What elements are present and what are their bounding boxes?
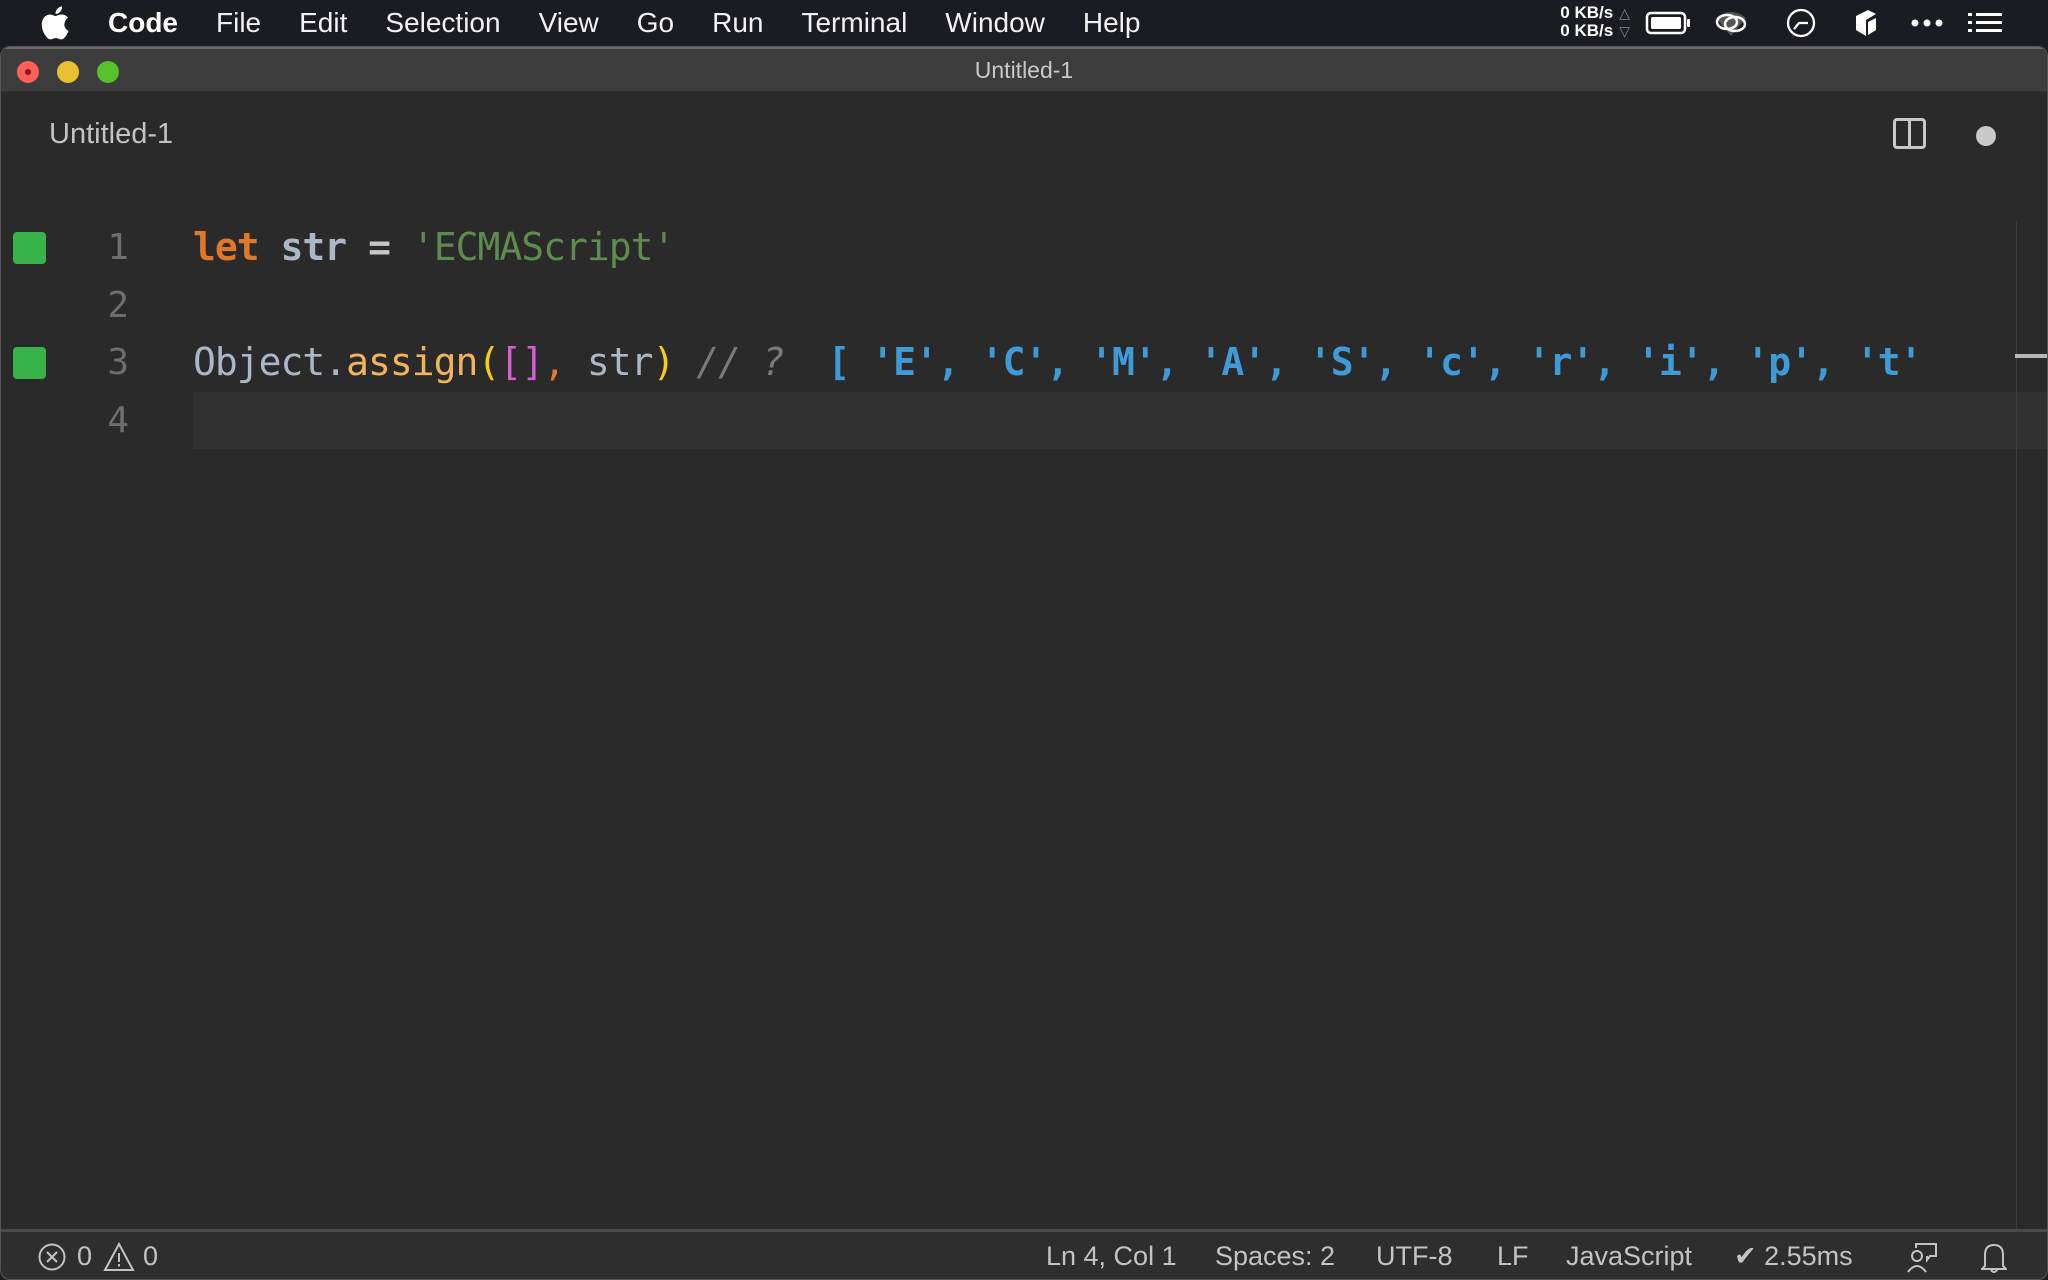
error-icon[interactable]: [37, 1242, 67, 1272]
code-token: ): [652, 340, 676, 384]
window-title: Untitled-1: [974, 57, 1074, 83]
upload-speed: 0 KB/s: [1560, 3, 1614, 22]
menu-go[interactable]: Go: [637, 0, 674, 46]
title-bar[interactable]: Untitled-1: [1, 47, 2047, 91]
unsaved-changes-dot-icon[interactable]: [1976, 126, 1996, 146]
end-of-line[interactable]: LF: [1497, 1232, 1529, 1279]
editor-tab-bar: Untitled-1: [1, 91, 2047, 177]
encoding[interactable]: UTF-8: [1376, 1232, 1453, 1279]
editor-line[interactable]: 2: [1, 277, 2047, 334]
code-token: .: [324, 340, 347, 384]
download-speed: 0 KB/s: [1560, 21, 1614, 40]
code-token: ,: [543, 340, 566, 384]
coverage-marker-icon[interactable]: [13, 232, 46, 264]
current-line-highlight: [193, 391, 2047, 449]
code-token: // ?: [674, 340, 785, 384]
apple-logo-icon[interactable]: [40, 6, 70, 40]
menu-items: Code File Edit Selection View Go Run Ter…: [108, 0, 1178, 46]
menu-edit[interactable]: Edit: [299, 0, 347, 46]
line-number: 2: [107, 284, 129, 326]
vscode-window: Untitled-1 Untitled-1 1 let str = 'ECMASc…: [0, 46, 2048, 1280]
cursor-position[interactable]: Ln 4, Col 1: [1046, 1232, 1177, 1279]
clock-icon[interactable]: [1783, 8, 1819, 38]
code-token: =: [368, 225, 391, 269]
feedback-icon[interactable]: [1906, 1242, 1938, 1274]
code-token: Object: [193, 340, 325, 384]
editor-line[interactable]: 4: [1, 391, 2047, 449]
warning-count[interactable]: 0: [143, 1232, 158, 1279]
list-icon[interactable]: [1966, 8, 2004, 38]
code-token: let: [193, 225, 260, 269]
menu-selection[interactable]: Selection: [385, 0, 500, 46]
warning-icon[interactable]: [103, 1242, 135, 1272]
menu-window[interactable]: Window: [945, 0, 1045, 46]
quokka-timing[interactable]: ✔ 2.55ms: [1734, 1232, 1853, 1279]
download-arrow-icon: ▽: [1619, 23, 1630, 39]
menu-app-code[interactable]: Code: [108, 0, 178, 46]
status-bar: 0 0 Ln 4, Col 1 Spaces: 2 UTF-8 LF JavaS…: [1, 1229, 2047, 1279]
code-text[interactable]: Object.assign([], str) // ? [ 'E', 'C', …: [193, 334, 1923, 391]
code-token: []: [499, 340, 544, 384]
more-icon[interactable]: [1910, 8, 1944, 38]
tab-untitled-1[interactable]: Untitled-1: [49, 91, 173, 177]
language-mode[interactable]: JavaScript: [1566, 1232, 1692, 1279]
code-token: assign: [346, 340, 478, 384]
split-editor-icon[interactable]: [1893, 118, 1926, 149]
inline-result: [ 'E', 'C', 'M', 'A', 'S', 'c', 'r', 'i'…: [783, 340, 1923, 384]
coverage-marker-icon[interactable]: [13, 347, 46, 379]
minimap-border: [2016, 221, 2017, 1229]
network-monitor[interactable]: 0 KB/s △ 0 KB/s ▽: [1540, 4, 1630, 40]
line-number: 1: [107, 227, 129, 268]
code-text[interactable]: let str = 'ECMAScript': [193, 219, 676, 276]
editor-line[interactable]: 1 let str = 'ECMAScript': [1, 219, 2047, 276]
menu-run[interactable]: Run: [712, 0, 763, 46]
overview-ruler-cursor: [2015, 354, 2047, 358]
menu-file[interactable]: File: [216, 0, 261, 46]
editor-line[interactable]: 3 Object.assign([], str) // ? [ 'E', 'C',…: [1, 334, 2047, 391]
creative-cloud-icon[interactable]: [1712, 8, 1750, 38]
macos-menu-bar: Code File Edit Selection View Go Run Ter…: [0, 0, 2048, 46]
menu-view[interactable]: View: [539, 0, 599, 46]
code-editor[interactable]: 1 let str = 'ECMAScript' 2 3 Object.assign([…: [1, 177, 2047, 1229]
code-token: str: [280, 225, 348, 269]
line-number: 4: [107, 399, 129, 441]
code-token: 'ECMAScript': [411, 225, 676, 269]
upload-arrow-icon: △: [1619, 5, 1630, 21]
code-token: (: [477, 340, 500, 384]
notifications-bell-icon[interactable]: [1981, 1242, 2007, 1274]
menu-terminal[interactable]: Terminal: [801, 0, 907, 46]
battery-icon[interactable]: [1645, 8, 1693, 38]
line-number: 3: [107, 342, 129, 383]
code-token: str: [565, 340, 654, 384]
indentation[interactable]: Spaces: 2: [1215, 1232, 1335, 1279]
menu-help[interactable]: Help: [1083, 0, 1141, 46]
dropbox-icon[interactable]: [1852, 8, 1882, 38]
error-count[interactable]: 0: [77, 1232, 92, 1279]
